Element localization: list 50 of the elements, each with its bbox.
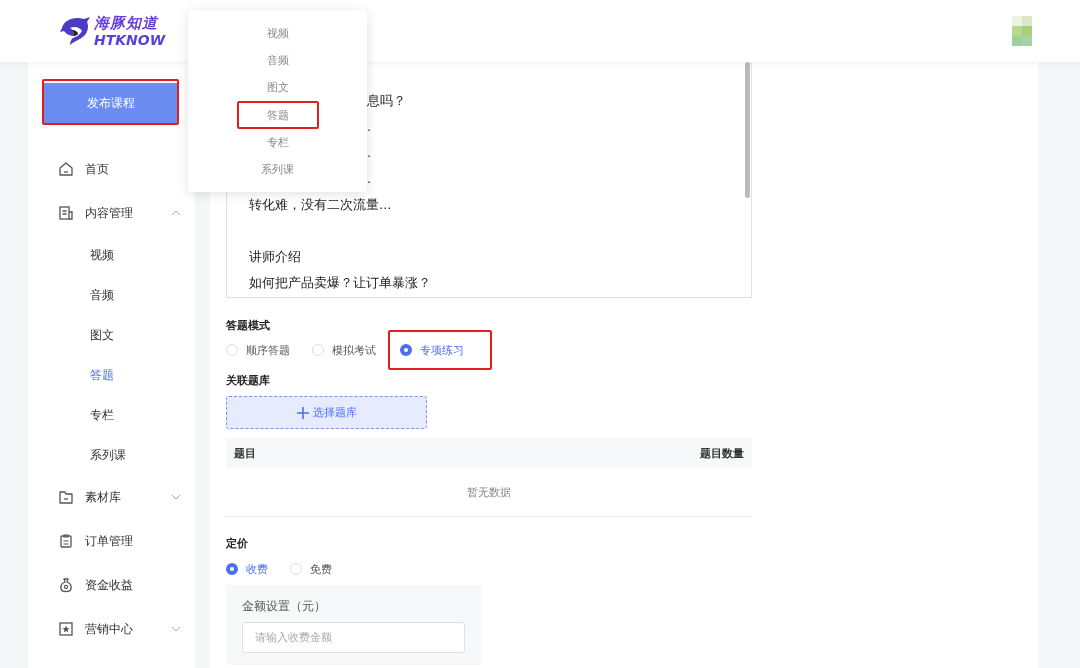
editor-text: 如何把产品卖爆？让订单暴涨？: [249, 274, 431, 292]
select-question-bank-button[interactable]: 选择题库: [226, 396, 427, 429]
section-label: 定价: [226, 536, 248, 551]
dolphin-logo-icon: [58, 14, 92, 48]
sidebar-item[interactable]: 素材库: [28, 475, 195, 519]
sidebar-subitem[interactable]: 视频: [28, 235, 195, 275]
section-label: 关联题库: [226, 373, 270, 388]
dropdown-item[interactable]: 答题: [238, 103, 317, 127]
radio-circle[interactable]: [400, 344, 412, 356]
radio-option[interactable]: 免费: [290, 561, 332, 577]
radio-option[interactable]: 模拟考试: [312, 342, 376, 358]
chevron-icon[interactable]: [171, 210, 181, 216]
editor-text: 转化难，没有二次流量...: [249, 196, 392, 214]
logo-subtitle: HTKNOW: [94, 32, 166, 47]
section-label: 答题模式: [226, 318, 270, 333]
money-bag-icon: [58, 577, 74, 593]
sidebar-subitem[interactable]: 答题: [28, 355, 195, 395]
radio-circle[interactable]: [226, 563, 238, 575]
sidebar-item[interactable]: 营销中心: [28, 607, 195, 651]
editor-text: .: [367, 144, 372, 162]
radio-option[interactable]: 专项练习: [400, 342, 464, 358]
editor-text: 讲师介绍: [249, 248, 301, 266]
scrollbar-thumb[interactable]: [745, 62, 750, 198]
dropdown-item[interactable]: 视频: [188, 20, 367, 47]
column-header: 题目: [234, 445, 256, 461]
radio-option[interactable]: 收费: [226, 561, 268, 577]
editor-text: .: [367, 170, 372, 188]
sidebar-subitem[interactable]: 音频: [28, 275, 195, 315]
sidebar-subitem[interactable]: 系列课: [28, 435, 195, 475]
plus-icon: [296, 406, 309, 419]
radio-option[interactable]: 顺序答题: [226, 342, 290, 358]
empty-message: 暂无数据: [467, 484, 511, 500]
sidebar-subitem[interactable]: 图文: [28, 315, 195, 355]
amount-input[interactable]: 请输入收费金额: [242, 622, 465, 653]
editor-text: 息吗？: [367, 92, 406, 110]
column-header: 题目数量: [700, 445, 744, 461]
chevron-icon[interactable]: [171, 626, 181, 632]
home-icon: [58, 161, 74, 177]
chevron-icon[interactable]: [171, 494, 181, 500]
editor-text: .: [367, 118, 372, 136]
sidebar-item[interactable]: 订单管理: [28, 519, 195, 563]
field-label: 金额设置（元）: [242, 599, 326, 614]
sidebar-item[interactable]: 内容管理: [28, 191, 195, 235]
sidebar-subitem[interactable]: 专栏: [28, 395, 195, 435]
sidebar-item[interactable]: 资金收益: [28, 563, 195, 607]
folder-icon: [58, 489, 74, 505]
document-icon: [58, 205, 74, 221]
avatar-icon[interactable]: [1012, 16, 1032, 46]
logo-title: 海豚知道: [94, 15, 160, 31]
clipboard-icon: [58, 533, 74, 549]
